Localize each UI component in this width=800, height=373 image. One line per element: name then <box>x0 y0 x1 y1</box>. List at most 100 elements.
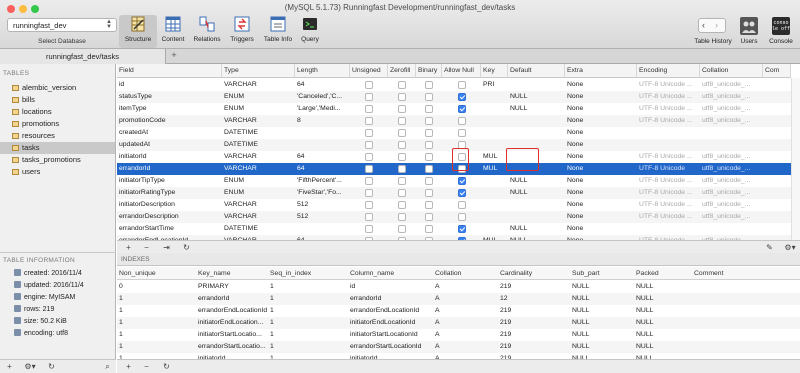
sidebar-item-locations[interactable]: locations <box>0 106 115 118</box>
checkbox-null[interactable] <box>458 213 466 221</box>
table-row[interactable]: statusType ENUM 'Canceled','C... NULL None UT… <box>117 91 791 103</box>
checkbox-zerofill[interactable] <box>398 93 406 101</box>
column-header[interactable]: Key <box>481 64 508 78</box>
table-row[interactable]: promotionCode VARCHAR 8 None UTF-8 Unicode .… <box>117 115 791 127</box>
table-row[interactable]: initiatorRatingType ENUM 'FiveStar','Fo...… <box>117 187 791 199</box>
gear-menu-icon[interactable]: ⚙▾ <box>20 360 40 373</box>
column-header[interactable]: Collation <box>700 64 763 78</box>
sidebar-item-tasks_promotions[interactable]: tasks_promotions <box>0 154 115 166</box>
checkbox-zerofill[interactable] <box>398 165 406 173</box>
column-header[interactable]: Type <box>222 64 295 78</box>
checkbox-null[interactable] <box>458 129 466 137</box>
table-info-tab-button[interactable]: Table Info <box>259 15 297 48</box>
back-arrow-icon[interactable]: ‹ <box>702 20 705 30</box>
checkbox-zerofill[interactable] <box>398 129 406 137</box>
index-row[interactable]: 1 initiatorStartLocatio... 1 initiatorStart… <box>117 329 800 341</box>
checkbox-unsigned[interactable] <box>365 117 373 125</box>
index-column-header[interactable]: Column_name <box>348 267 433 280</box>
checkbox-unsigned[interactable] <box>365 153 373 161</box>
remove-index-button[interactable]: − <box>139 360 154 373</box>
table-row[interactable]: initiatorTipType ENUM 'FifthPercent'... NUL… <box>117 175 791 187</box>
sidebar-item-alembic_version[interactable]: alembic_version <box>0 82 115 94</box>
checkbox-zerofill[interactable] <box>398 117 406 125</box>
checkbox-zerofill[interactable] <box>398 201 406 209</box>
checkbox-zerofill[interactable] <box>398 177 406 185</box>
checkbox-binary[interactable] <box>425 201 433 209</box>
checkbox-unsigned[interactable] <box>365 225 373 233</box>
checkbox-binary[interactable] <box>425 213 433 221</box>
checkbox-null[interactable] <box>458 201 466 209</box>
checkbox-zerofill[interactable] <box>398 141 406 149</box>
tab-runningfast-tasks[interactable]: runningfast_dev/tasks <box>0 49 166 64</box>
index-column-header[interactable]: Seq_in_index <box>268 267 348 280</box>
checkbox-zerofill[interactable] <box>398 105 406 113</box>
index-column-header[interactable]: Comment <box>692 267 800 280</box>
checkbox-binary[interactable] <box>425 225 433 233</box>
index-column-header[interactable]: Collation <box>433 267 498 280</box>
column-header[interactable]: Com <box>763 64 791 78</box>
refresh-icon[interactable]: ↻ <box>44 360 59 373</box>
checkbox-binary[interactable] <box>425 177 433 185</box>
filter-icon[interactable]: ⌕ <box>100 360 115 373</box>
column-header[interactable]: Default <box>508 64 565 78</box>
sidebar-item-bills[interactable]: bills <box>0 94 115 106</box>
table-row[interactable]: errandorStartTime DATETIME NULL None <box>117 223 791 235</box>
checkbox-unsigned[interactable] <box>365 81 373 89</box>
sidebar-item-tasks[interactable]: tasks <box>0 142 115 154</box>
index-column-header[interactable]: Packed <box>634 267 692 280</box>
checkbox-null[interactable] <box>458 177 466 185</box>
column-header[interactable]: Binary <box>416 64 442 78</box>
checkbox-zerofill[interactable] <box>398 189 406 197</box>
checkbox-unsigned[interactable] <box>365 201 373 209</box>
checkbox-binary[interactable] <box>425 105 433 113</box>
relations-tab-button[interactable]: Relations <box>189 15 225 48</box>
console-button[interactable]: conso le off Console <box>762 16 800 48</box>
table-row[interactable]: createdAt DATETIME None <box>117 127 791 139</box>
forward-arrow-icon[interactable]: › <box>715 20 718 30</box>
checkbox-unsigned[interactable] <box>365 189 373 197</box>
checkbox-zerofill[interactable] <box>398 81 406 89</box>
index-column-header[interactable]: Non_unique <box>117 267 196 280</box>
checkbox-null[interactable] <box>458 117 466 125</box>
add-index-button[interactable]: + <box>121 360 136 373</box>
checkbox-binary[interactable] <box>425 93 433 101</box>
column-header[interactable]: Field <box>117 64 222 78</box>
checkbox-unsigned[interactable] <box>365 141 373 149</box>
checkbox-unsigned[interactable] <box>365 129 373 137</box>
structure-scrollbar[interactable] <box>791 78 800 240</box>
column-header[interactable]: Allow Null <box>442 64 481 78</box>
index-row[interactable]: 1 errandorId 1 errandorId A 12 NULL NULL <box>117 293 800 305</box>
content-tab-button[interactable]: Content <box>157 15 189 48</box>
checkbox-unsigned[interactable] <box>365 93 373 101</box>
table-row[interactable]: errandorDescription VARCHAR 512 None UTF-8 U… <box>117 211 791 223</box>
table-row[interactable]: initiatorDescription VARCHAR 512 None UTF-8 … <box>117 199 791 211</box>
checkbox-zerofill[interactable] <box>398 213 406 221</box>
checkbox-unsigned[interactable] <box>365 213 373 221</box>
index-column-header[interactable]: Cardinality <box>498 267 570 280</box>
checkbox-binary[interactable] <box>425 141 433 149</box>
checkbox-null[interactable] <box>458 189 466 197</box>
checkbox-null[interactable] <box>458 93 466 101</box>
table-row[interactable]: id VARCHAR 64 PRI None UTF-8 Unicode ... utf8_… <box>117 79 791 91</box>
checkbox-binary[interactable] <box>425 165 433 173</box>
checkbox-zerofill[interactable] <box>398 153 406 161</box>
refresh-indexes-icon[interactable]: ↻ <box>159 360 174 373</box>
column-header[interactable]: Encoding <box>637 64 700 78</box>
index-row[interactable]: 1 initiatorEndLocation... 1 initiatorEndLoc… <box>117 317 800 329</box>
users-button[interactable]: Users <box>738 16 760 48</box>
database-select[interactable]: runningfast_dev ▲ ▼ <box>7 18 117 32</box>
index-column-header[interactable]: Sub_part <box>570 267 634 280</box>
column-header[interactable]: Length <box>295 64 350 78</box>
sidebar-item-promotions[interactable]: promotions <box>0 118 115 130</box>
add-tab-button[interactable]: + <box>168 50 180 60</box>
index-row[interactable]: 1 errandorEndLocationId 1 errandorEndLocati… <box>117 305 800 317</box>
checkbox-null[interactable] <box>458 81 466 89</box>
checkbox-binary[interactable] <box>425 153 433 161</box>
add-table-button[interactable]: + <box>2 360 17 373</box>
checkbox-binary[interactable] <box>425 129 433 137</box>
sidebar-item-users[interactable]: users <box>0 166 115 178</box>
checkbox-binary[interactable] <box>425 189 433 197</box>
checkbox-unsigned[interactable] <box>365 105 373 113</box>
checkbox-binary[interactable] <box>425 117 433 125</box>
triggers-tab-button[interactable]: Triggers <box>225 15 259 48</box>
